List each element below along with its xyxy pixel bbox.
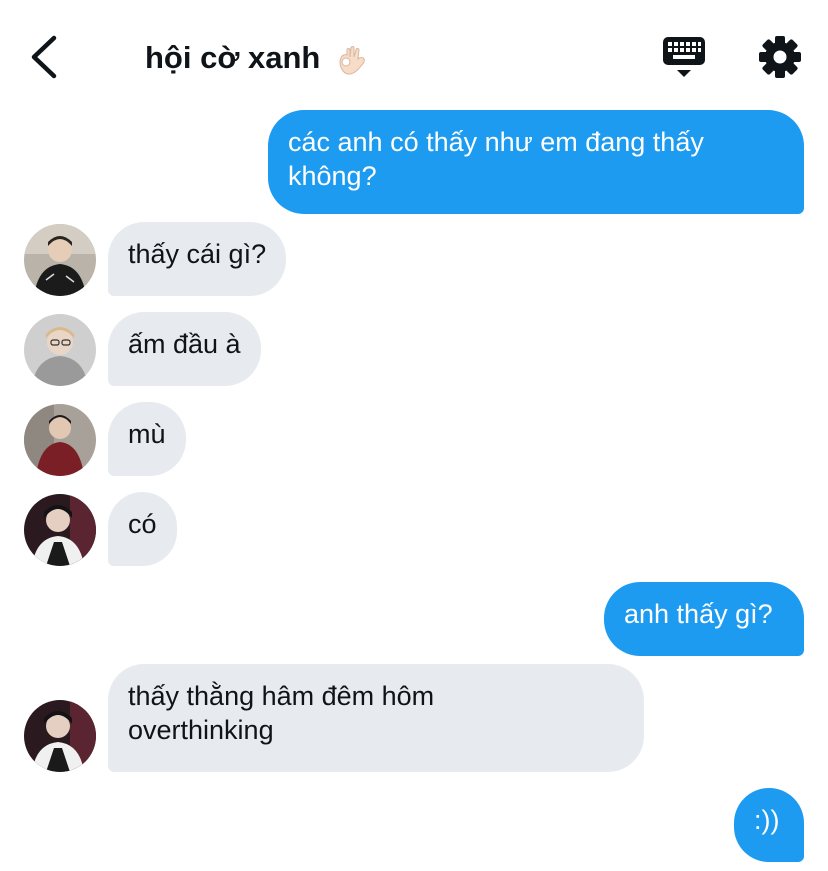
avatar-photo bbox=[24, 494, 96, 566]
avatar[interactable] bbox=[24, 224, 96, 296]
message-text: mù bbox=[128, 419, 166, 449]
message-text: thấy cái gì? bbox=[128, 239, 267, 269]
avatar-photo bbox=[24, 224, 96, 296]
message-text: anh thấy gì? bbox=[624, 599, 773, 629]
back-button[interactable] bbox=[26, 34, 66, 80]
message-bubble-outgoing[interactable]: :)) bbox=[734, 788, 804, 862]
avatar[interactable] bbox=[24, 314, 96, 386]
gear-icon bbox=[759, 36, 801, 78]
chevron-left-icon bbox=[31, 35, 57, 79]
ok-hand-emoji-icon bbox=[339, 46, 365, 75]
chat-title: hội cờ xanh bbox=[145, 40, 321, 75]
avatar[interactable] bbox=[24, 494, 96, 566]
message-bubble-incoming[interactable]: mù bbox=[108, 402, 186, 476]
avatar[interactable] bbox=[24, 700, 96, 772]
message-bubble-incoming[interactable]: thấy thằng hâm đêm hôm overthinking bbox=[108, 664, 644, 772]
message-bubble-incoming[interactable]: thấy cái gì? bbox=[108, 222, 287, 296]
message-text: ấm đầu à bbox=[128, 329, 241, 359]
message-text: có bbox=[128, 509, 157, 539]
chat-header: hội cờ xanh bbox=[0, 0, 828, 108]
message-text: các anh có thấy như em đang thấy không? bbox=[288, 127, 704, 191]
keyboard-button[interactable] bbox=[660, 34, 708, 80]
message-text: :)) bbox=[754, 805, 780, 835]
message-bubble-incoming[interactable]: ấm đầu à bbox=[108, 312, 261, 386]
message-bubble-incoming[interactable]: có bbox=[108, 492, 177, 566]
message-bubble-outgoing[interactable]: các anh có thấy như em đang thấy không? bbox=[268, 110, 804, 214]
keyboard-icon bbox=[663, 37, 705, 77]
avatar-photo bbox=[24, 700, 96, 772]
message-bubble-outgoing[interactable]: anh thấy gì? bbox=[604, 582, 804, 656]
avatar[interactable] bbox=[24, 404, 96, 476]
settings-button[interactable] bbox=[758, 35, 802, 79]
message-text: thấy thằng hâm đêm hôm overthinking bbox=[128, 681, 435, 745]
avatar-photo bbox=[24, 404, 96, 476]
avatar-photo bbox=[24, 314, 96, 386]
